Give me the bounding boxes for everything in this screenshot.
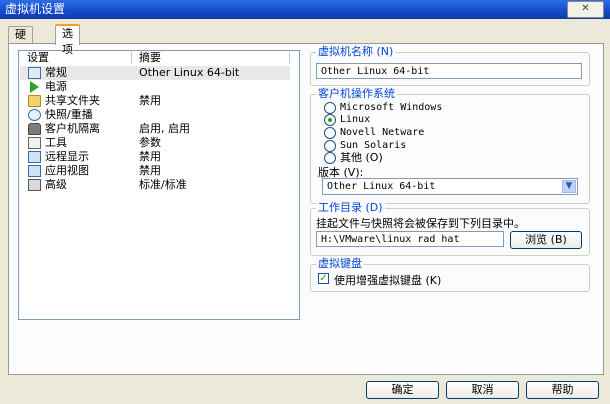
tools-icon — [28, 137, 41, 149]
list-item-summary: 标准/标准 — [139, 178, 187, 191]
list-item-label: 应用视图 — [45, 164, 89, 177]
guest-os-label: 客户机操作系统 — [316, 87, 397, 100]
column-header-setting[interactable]: 设置 — [19, 51, 49, 65]
remote-display-icon — [28, 151, 41, 163]
list-item-tools[interactable]: 工具 参数 — [20, 136, 290, 150]
list-item-summary: 启用, 启用 — [139, 122, 190, 135]
ok-button[interactable]: 确定 — [366, 381, 439, 399]
work-dir-description: 挂起文件与快照将会被保存到下列目录中。 — [316, 217, 525, 230]
power-icon — [30, 81, 39, 93]
close-button[interactable]: ✕ — [567, 1, 604, 18]
list-item-advanced[interactable]: 高级 标准/标准 — [20, 178, 290, 192]
list-item-remote-display[interactable]: 远程显示 禁用 — [20, 150, 290, 164]
radio-indicator-selected — [324, 114, 336, 126]
list-item-label: 电源 — [45, 80, 67, 93]
column-separator[interactable] — [289, 52, 290, 64]
isolation-lock-icon — [28, 123, 41, 135]
list-item-summary: 参数 — [139, 136, 161, 149]
list-item-label: 共享文件夹 — [45, 94, 100, 107]
list-item-label: 远程显示 — [45, 150, 89, 163]
enhanced-keyboard-checkbox[interactable]: ✓ — [318, 273, 329, 284]
radio-label: 其他 (O) — [340, 151, 383, 164]
chevron-down-icon[interactable]: ▼ — [562, 180, 576, 193]
version-select[interactable]: Other Linux 64-bit ▼ — [322, 178, 578, 195]
radio-indicator — [324, 152, 336, 164]
list-item-snapshots[interactable]: 快照/重播 — [20, 108, 290, 122]
browse-button[interactable]: 浏览 (B) — [510, 231, 582, 249]
cancel-button[interactable]: 取消 — [446, 381, 519, 399]
list-item-shared-folders[interactable]: 共享文件夹 禁用 — [20, 94, 290, 108]
app-view-icon — [28, 165, 41, 177]
list-item-summary: 禁用 — [139, 94, 161, 107]
list-item-label: 常规 — [45, 66, 67, 79]
vm-name-label: 虚拟机名称 (N) — [316, 45, 396, 58]
list-item-label: 客户机隔离 — [45, 122, 100, 135]
tab-options[interactable]: 选项 — [55, 24, 80, 56]
shared-folder-icon — [28, 95, 41, 107]
list-item-summary: Other Linux 64-bit — [139, 66, 240, 79]
list-item-app-view[interactable]: 应用视图 禁用 — [20, 164, 290, 178]
snapshot-icon — [28, 109, 41, 121]
list-item-label: 快照/重播 — [45, 108, 93, 121]
list-item-power[interactable]: 电源 — [20, 80, 290, 94]
general-icon — [28, 67, 41, 79]
list-item-summary: 禁用 — [139, 150, 161, 163]
work-dir-path-input[interactable]: H:\VMware\linux rad hat — [316, 231, 504, 247]
help-button[interactable]: 帮助 — [526, 381, 599, 399]
version-select-value: Other Linux 64-bit — [327, 181, 436, 192]
radio-label: Linux — [340, 114, 371, 125]
list-item-summary: 禁用 — [139, 164, 161, 177]
list-header: 设置 摘要 — [19, 51, 299, 65]
vm-name-input[interactable]: Other Linux 64-bit — [316, 63, 582, 79]
radio-label: Microsoft Windows — [340, 102, 443, 113]
list-item-guest-isolation[interactable]: 客户机隔离 启用, 启用 — [20, 122, 290, 136]
radio-indicator — [324, 127, 336, 139]
list-item-label: 工具 — [45, 136, 67, 149]
list-item-general[interactable]: 常规 Other Linux 64-bit — [20, 66, 290, 80]
radio-label: Novell Netware — [340, 127, 425, 138]
title-bar: 虚拟机设置 ✕ — [0, 0, 610, 19]
advanced-icon — [28, 179, 41, 191]
column-header-summary[interactable]: 摘要 — [131, 51, 161, 65]
virtual-keyboard-label: 虚拟键盘 — [316, 257, 364, 270]
radio-indicator — [324, 102, 336, 114]
list-item-label: 高级 — [45, 178, 67, 191]
work-dir-label: 工作目录 (D) — [316, 201, 385, 214]
radio-indicator — [324, 140, 336, 152]
settings-list[interactable]: 设置 摘要 常规 Other Linux 64-bit 电源 共享文件夹 禁用 … — [18, 50, 300, 320]
window-title: 虚拟机设置 — [5, 2, 66, 16]
enhanced-keyboard-label[interactable]: 使用增强虚拟键盘 (K) — [334, 272, 441, 288]
tab-hardware[interactable]: 硬件 — [8, 26, 33, 57]
